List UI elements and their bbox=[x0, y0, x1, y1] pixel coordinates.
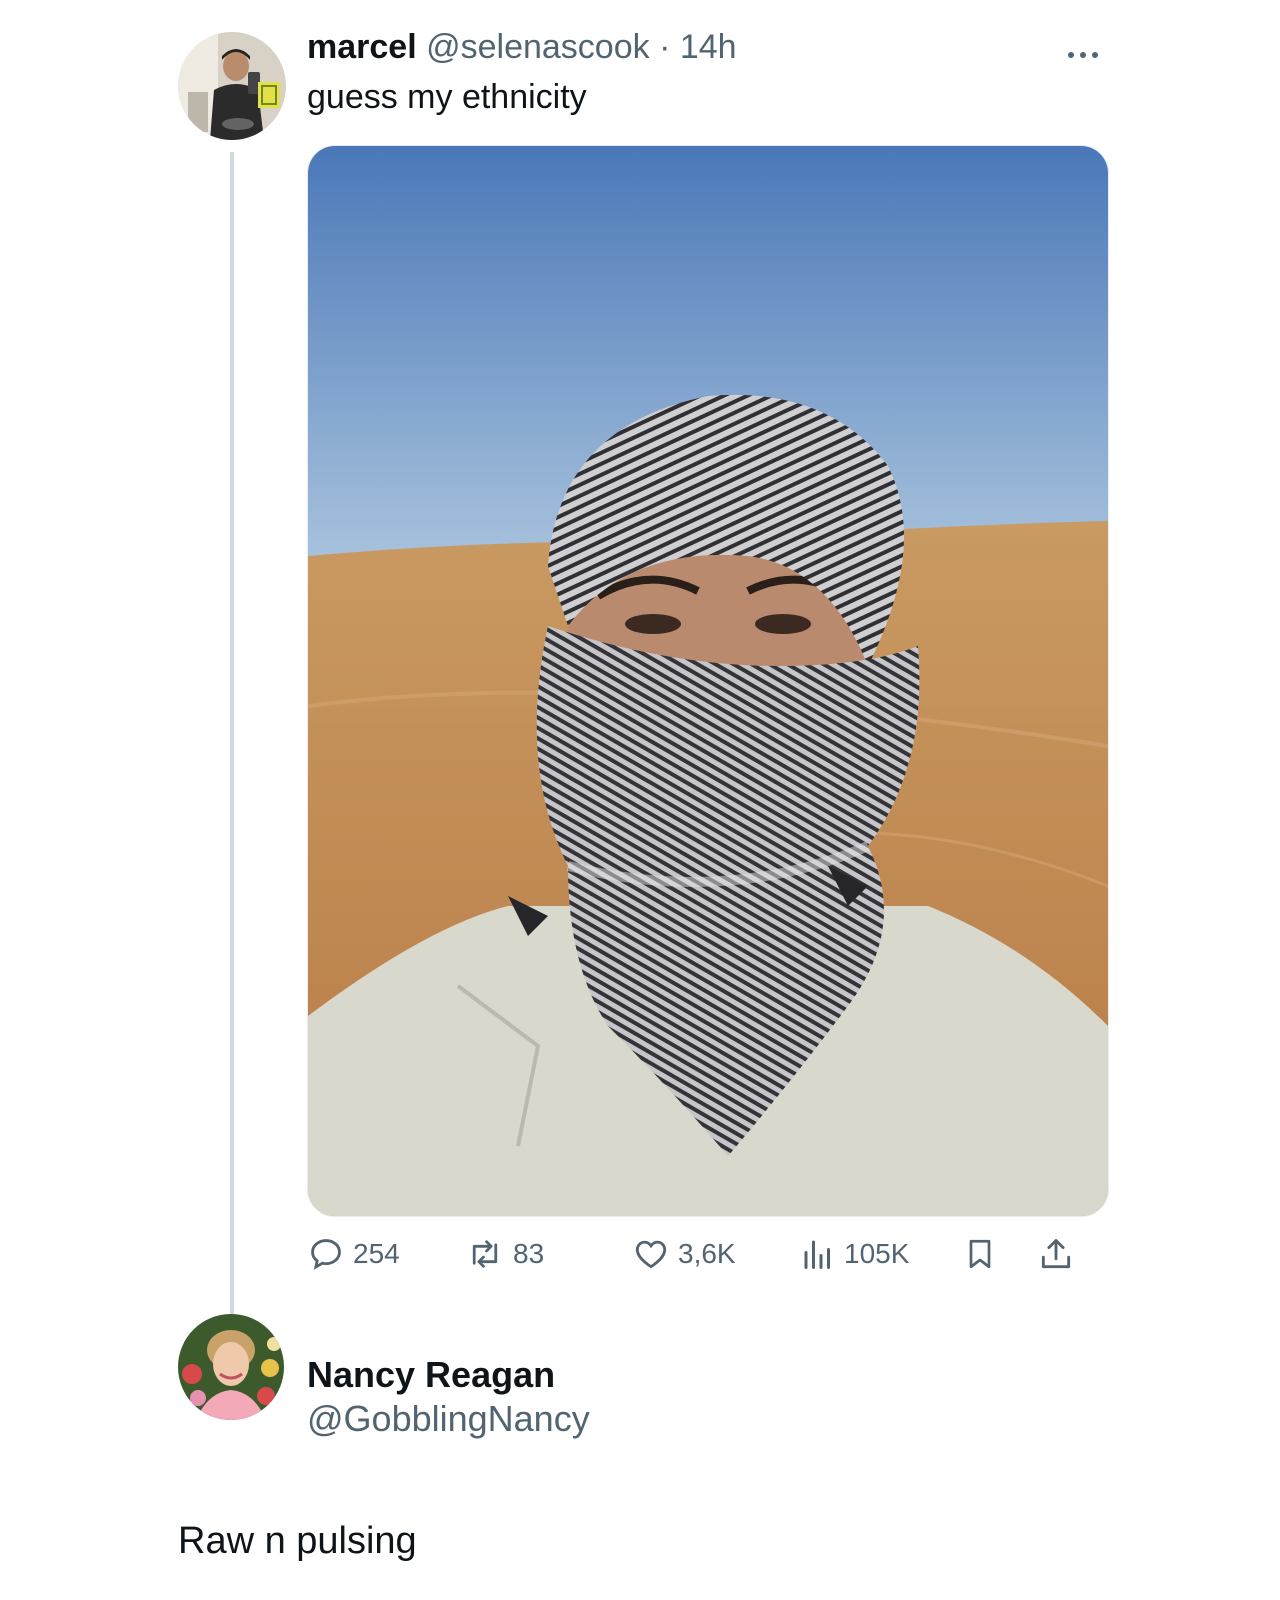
post-header: marcel @selenascook · 14h bbox=[307, 28, 737, 67]
like-icon bbox=[632, 1235, 670, 1273]
action-bar: 254 83 3,6K 105K bbox=[307, 1235, 1107, 1279]
bookmark-icon bbox=[962, 1235, 998, 1273]
desert-selfie-photo bbox=[308, 146, 1108, 1216]
reply-account-name[interactable]: Nancy Reagan bbox=[307, 1354, 555, 1396]
repost-icon bbox=[465, 1235, 505, 1273]
repost-button[interactable]: 83 bbox=[465, 1235, 544, 1273]
more-dots-icon[interactable] bbox=[1066, 34, 1100, 68]
thread-line bbox=[230, 152, 234, 1332]
views-icon bbox=[800, 1235, 836, 1273]
author-name[interactable]: marcel bbox=[307, 28, 417, 66]
reply-count: 254 bbox=[353, 1238, 400, 1269]
author-avatar[interactable] bbox=[178, 32, 286, 140]
post-media[interactable] bbox=[307, 145, 1109, 1217]
post-text: guess my ethnicity bbox=[307, 78, 587, 116]
header-separator: · bbox=[659, 28, 671, 66]
caption-text: Raw n pulsing bbox=[178, 1520, 417, 1562]
share-button[interactable] bbox=[1037, 1235, 1075, 1273]
views-count: 105K bbox=[844, 1238, 910, 1269]
like-button[interactable]: 3,6K bbox=[632, 1235, 736, 1273]
bookmark-button[interactable] bbox=[962, 1235, 998, 1273]
share-icon bbox=[1037, 1235, 1075, 1273]
like-count: 3,6K bbox=[678, 1238, 736, 1269]
author-handle[interactable]: @selenascook bbox=[426, 28, 650, 66]
reply-avatar[interactable] bbox=[178, 1314, 284, 1420]
post-time[interactable]: 14h bbox=[680, 28, 737, 66]
views-button[interactable]: 105K bbox=[800, 1235, 909, 1273]
reply-icon bbox=[307, 1235, 345, 1273]
reply-account-handle[interactable]: @GobblingNancy bbox=[307, 1398, 590, 1440]
reply-button[interactable]: 254 bbox=[307, 1235, 400, 1273]
repost-count: 83 bbox=[513, 1238, 545, 1269]
